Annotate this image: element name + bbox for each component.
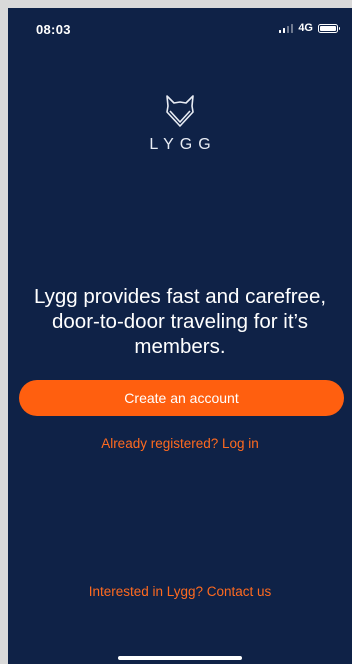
status-indicators: 4G <box>278 22 340 34</box>
network-type: 4G <box>298 22 313 34</box>
app-screen: 08:03 4G LYGG Lygg provides fast and car… <box>8 8 352 664</box>
brand-logo: LYGG <box>8 94 352 154</box>
create-account-button[interactable]: Create an account <box>19 380 344 416</box>
login-link[interactable]: Already registered? Log in <box>8 436 352 451</box>
signal-bars-icon <box>278 23 294 33</box>
status-time: 08:03 <box>36 22 71 37</box>
brand-wordmark: LYGG <box>149 136 217 153</box>
lygg-fox-logo-icon <box>166 95 194 127</box>
home-indicator[interactable] <box>118 656 242 660</box>
status-bar: 08:03 4G <box>8 8 352 48</box>
headline: Lygg provides fast and carefree, door-to… <box>33 285 327 358</box>
contact-link[interactable]: Interested in Lygg? Contact us <box>8 584 352 599</box>
battery-icon <box>318 23 340 33</box>
